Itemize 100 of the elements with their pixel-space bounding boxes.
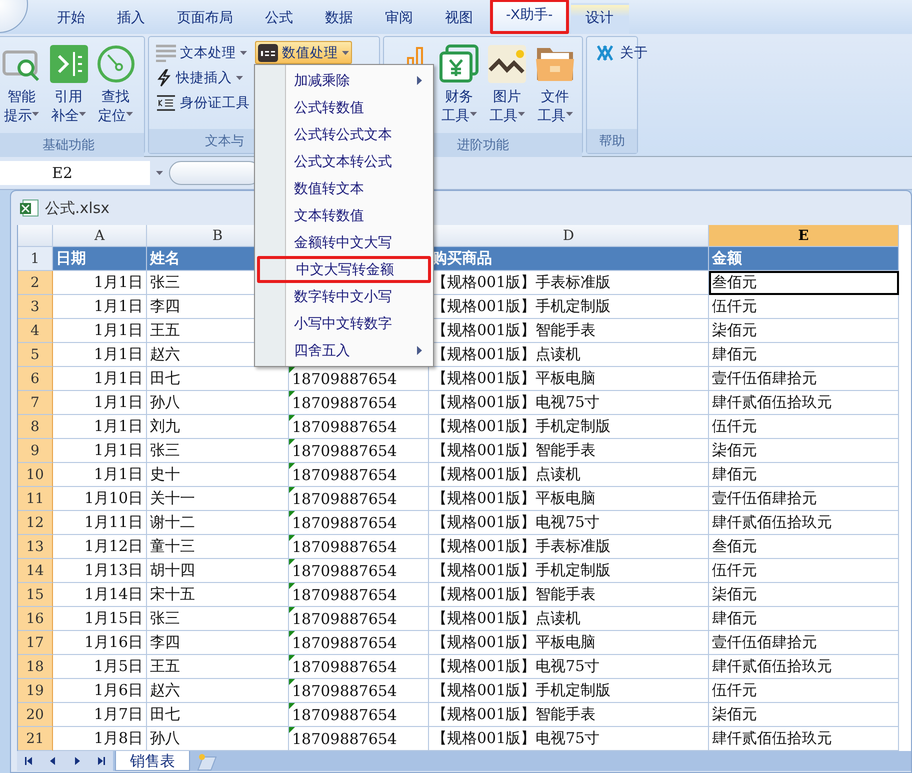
ribbon-button[interactable]: 智能 提示	[0, 41, 44, 129]
caret-icon	[156, 171, 163, 175]
ribbon-button[interactable]: 财务 工具	[438, 41, 480, 129]
phone-number: 18709887654	[292, 562, 397, 580]
caret-icon	[518, 112, 524, 116]
row-header[interactable]: 19	[18, 679, 53, 703]
row-header[interactable]: 5	[18, 343, 53, 367]
row-header[interactable]: 15	[18, 583, 53, 607]
table-cell: 1月1日	[53, 271, 147, 295]
ribbon-button[interactable]: 数值处理	[255, 41, 352, 64]
table-cell: 孙八	[147, 391, 289, 415]
row-header[interactable]: 6	[18, 367, 53, 391]
ribbon-tab[interactable]: 开始	[42, 3, 100, 34]
error-indicator-icon	[289, 439, 295, 445]
table-cell: 叁佰元	[709, 271, 899, 295]
table-cell: 壹仟伍佰肆拾元	[709, 367, 899, 391]
caret-icon	[236, 76, 243, 80]
table-cell: 伍仟元	[709, 415, 899, 439]
row-header[interactable]: 12	[18, 511, 53, 535]
submenu-arrow-icon	[417, 76, 422, 85]
error-indicator-icon	[289, 655, 295, 661]
caret-icon	[240, 50, 247, 54]
phone-number: 18709887654	[292, 730, 397, 748]
table-cell: 1月1日	[53, 463, 147, 487]
error-indicator-icon	[289, 391, 295, 397]
row-header[interactable]: 8	[18, 415, 53, 439]
ribbon-tab[interactable]: 数据	[310, 3, 368, 34]
error-indicator-icon	[289, 463, 295, 469]
ribbon-button[interactable]: 快捷插入	[153, 66, 253, 89]
error-indicator-icon	[289, 559, 295, 565]
table-cell: 【规格001版】智能手表	[429, 703, 709, 727]
image-icon	[487, 44, 527, 84]
sheet-tab[interactable]: 销售表	[115, 751, 190, 771]
table-cell: 张三	[147, 607, 289, 631]
ribbon-tab[interactable]: 页面布局	[162, 3, 248, 34]
ribbon-button[interactable]: 图片 工具	[486, 41, 528, 129]
ribbon-button[interactable]: 身份证工具	[153, 91, 253, 114]
menu-item[interactable]: 加减乘除	[257, 67, 431, 94]
right-arrow-icon	[72, 756, 82, 766]
table-cell: 【规格001版】点读机	[429, 607, 709, 631]
row-header[interactable]: 18	[18, 655, 53, 679]
menu-item[interactable]: 中文大写转金额	[257, 256, 431, 283]
menu-item[interactable]: 数值转文本	[257, 175, 431, 202]
column-header[interactable]: E	[709, 225, 899, 247]
ribbon-tab[interactable]: -X助手-	[490, 0, 569, 34]
table-cell: 柒佰元	[709, 319, 899, 343]
phone-number: 18709887654	[292, 634, 397, 652]
ribbon-tab[interactable]: 审阅	[370, 3, 428, 34]
ribbon-tab[interactable]: 插入	[102, 3, 160, 34]
row-header[interactable]: 7	[18, 391, 53, 415]
ribbon-button[interactable]: 查找 定位	[93, 41, 138, 129]
row-header[interactable]: 14	[18, 559, 53, 583]
lines-icon	[156, 44, 176, 62]
table-cell: 【规格001版】点读机	[429, 463, 709, 487]
phone-number: 18709887654	[292, 658, 397, 676]
row-header[interactable]: 10	[18, 463, 53, 487]
last-arrow-icon	[96, 756, 106, 766]
table-cell: 1月5日	[53, 655, 147, 679]
error-indicator-icon	[289, 535, 295, 541]
ribbon-button[interactable]: 引用 补全	[46, 41, 91, 129]
row-header[interactable]: 3	[18, 295, 53, 319]
row-header[interactable]: 1	[18, 247, 53, 271]
phone-number: 18709887654	[292, 394, 397, 412]
ribbon-tab[interactable]: 设计	[570, 3, 629, 34]
table-cell: 宋十五	[147, 583, 289, 607]
phone-number: 18709887654	[292, 514, 397, 532]
error-indicator-icon	[289, 727, 295, 733]
row-header[interactable]: 4	[18, 319, 53, 343]
row-header[interactable]: 13	[18, 535, 53, 559]
error-indicator-icon	[289, 487, 295, 493]
phone-number: 18709887654	[292, 610, 397, 628]
ribbon-button[interactable]: 文件 工具	[534, 41, 576, 129]
row-header[interactable]: 2	[18, 271, 53, 295]
column-header[interactable]: A	[53, 225, 147, 247]
row-header[interactable]: 21	[18, 727, 53, 751]
ribbon-button[interactable]: 关于	[593, 41, 651, 64]
ribbon-tab[interactable]: 公式	[250, 3, 308, 34]
phone-number: 18709887654	[292, 682, 397, 700]
table-cell: 田七	[147, 703, 289, 727]
menu-item[interactable]: 公式转数值	[257, 94, 431, 121]
ribbon-tab[interactable]: 视图	[430, 3, 488, 34]
table-cell: 【规格001版】手机定制版	[429, 679, 709, 703]
phone-number: 18709887654	[292, 442, 397, 460]
phone-number: 18709887654	[292, 586, 397, 604]
table-cell: 张三	[147, 439, 289, 463]
row-header[interactable]: 11	[18, 487, 53, 511]
table-cell: 1月1日	[53, 343, 147, 367]
table-cell: 壹仟伍佰肆拾元	[709, 631, 899, 655]
table-cell: 史十	[147, 463, 289, 487]
row-header[interactable]: 20	[18, 703, 53, 727]
table-cell: 【规格001版】智能手表	[429, 439, 709, 463]
error-indicator-icon	[289, 631, 295, 637]
row-header[interactable]: 17	[18, 631, 53, 655]
row-header[interactable]: 16	[18, 607, 53, 631]
ribbon-button[interactable]: 文本处理	[153, 41, 253, 64]
table-cell: 1月6日	[53, 679, 147, 703]
name-box[interactable]: E2	[0, 161, 150, 185]
table-cell: 【规格001版】平板电脑	[429, 487, 709, 511]
phone-number: 18709887654	[292, 466, 397, 484]
row-header[interactable]: 9	[18, 439, 53, 463]
